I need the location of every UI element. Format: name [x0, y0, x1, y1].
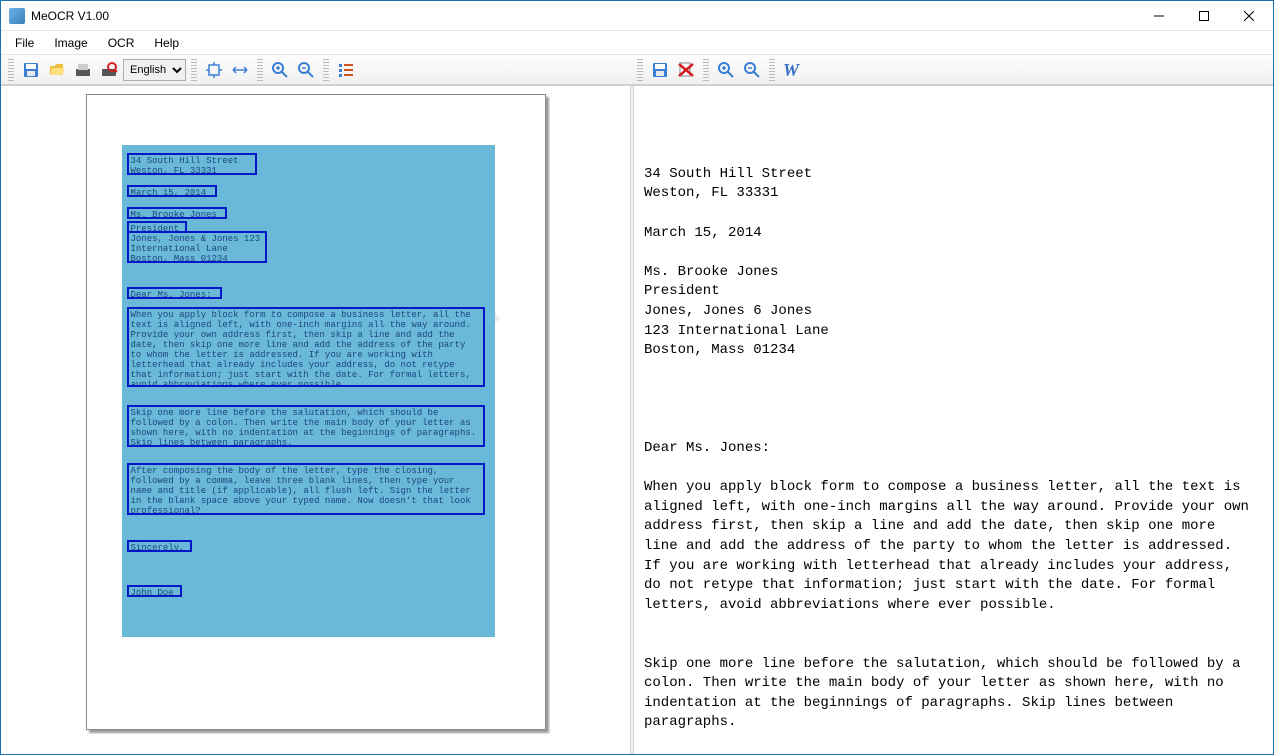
- ocr-zone[interactable]: Sincerely,: [127, 540, 192, 552]
- ocr-zone[interactable]: Dear Ms. Jones:: [127, 287, 222, 299]
- zone-list-button[interactable]: [334, 58, 358, 82]
- zoom-in-text-button[interactable]: [714, 58, 738, 82]
- toolbar-grip: [769, 59, 775, 81]
- save-text-button[interactable]: [648, 58, 672, 82]
- minimize-button[interactable]: [1136, 2, 1181, 30]
- window-title: MeOCR V1.00: [31, 9, 1136, 23]
- zoom-out-button[interactable]: [294, 58, 318, 82]
- open-button[interactable]: [45, 58, 69, 82]
- toolbar-grip: [703, 59, 709, 81]
- scan-button[interactable]: [71, 58, 95, 82]
- scanned-page[interactable]: SAMPLE 34 South Hill Street Weston, FL 3…: [86, 94, 546, 730]
- ocr-zone[interactable]: 34 South Hill Street Weston, FL 33331: [127, 153, 257, 175]
- clear-text-button[interactable]: [674, 58, 698, 82]
- toolbar-grip: [323, 59, 329, 81]
- toolbar-grip: [8, 59, 14, 81]
- ocr-zone[interactable]: John Doe: [127, 585, 182, 597]
- toolbar-grip: [257, 59, 263, 81]
- export-word-button[interactable]: W: [780, 58, 804, 82]
- toolbar: English W: [1, 55, 1273, 85]
- app-window: MeOCR V1.00 File Image OCR Help English: [0, 0, 1274, 755]
- content-area: SAMPLE 34 South Hill Street Weston, FL 3…: [1, 85, 1273, 754]
- menu-help[interactable]: Help: [144, 33, 189, 53]
- ocr-selection-region[interactable]: 34 South Hill Street Weston, FL 33331 Ma…: [122, 145, 495, 637]
- app-icon: [9, 8, 25, 24]
- image-pane[interactable]: SAMPLE 34 South Hill Street Weston, FL 3…: [1, 86, 630, 754]
- menu-ocr[interactable]: OCR: [98, 33, 145, 53]
- zoom-in-button[interactable]: [268, 58, 292, 82]
- ocr-zone[interactable]: Skip one more line before the salutation…: [127, 405, 485, 447]
- ocr-zone[interactable]: March 15, 2014: [127, 185, 217, 197]
- right-toolbar: W: [630, 55, 808, 84]
- output-text[interactable]: 34 South Hill Street Weston, FL 33331 Ma…: [644, 106, 1255, 754]
- close-button[interactable]: [1226, 2, 1271, 30]
- ocr-zone[interactable]: After composing the body of the letter, …: [127, 463, 485, 515]
- menu-image[interactable]: Image: [44, 33, 97, 53]
- save-button[interactable]: [19, 58, 43, 82]
- zoom-out-text-button[interactable]: [740, 58, 764, 82]
- toolbar-grip: [191, 59, 197, 81]
- titlebar: MeOCR V1.00: [1, 1, 1273, 31]
- ocr-zone[interactable]: Jones, Jones & Jones 123 International L…: [127, 231, 267, 263]
- svg-text:W: W: [783, 61, 801, 79]
- menubar: File Image OCR Help: [1, 31, 1273, 55]
- fit-width-button[interactable]: [228, 58, 252, 82]
- ocr-zone[interactable]: Ms. Brooke Jones: [127, 207, 227, 219]
- text-output-pane[interactable]: 34 South Hill Street Weston, FL 33331 Ma…: [634, 86, 1273, 754]
- scan-ocr-button[interactable]: [97, 58, 121, 82]
- menu-file[interactable]: File: [5, 33, 44, 53]
- fit-page-button[interactable]: [202, 58, 226, 82]
- ocr-zone[interactable]: When you apply block form to compose a b…: [127, 307, 485, 387]
- language-select[interactable]: English: [123, 59, 186, 81]
- toolbar-grip: [637, 59, 643, 81]
- left-toolbar: English: [1, 55, 630, 84]
- maximize-button[interactable]: [1181, 2, 1226, 30]
